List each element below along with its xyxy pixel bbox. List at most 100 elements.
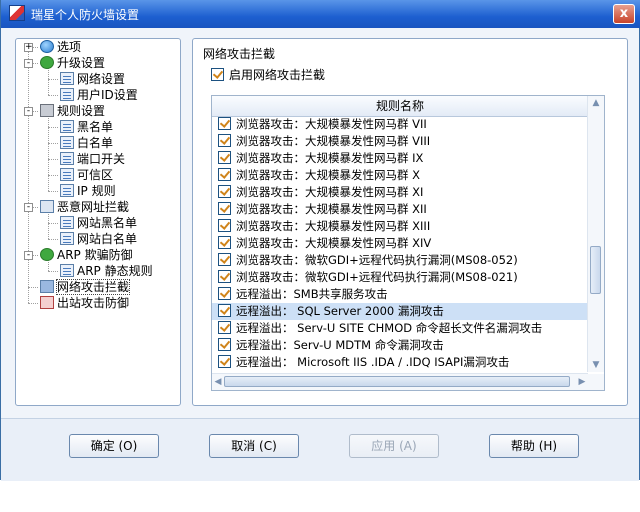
- tree-item[interactable]: 网站黑名单: [60, 215, 137, 231]
- rule-checkbox[interactable]: [218, 219, 231, 232]
- rule-name: 浏览器攻击：微软GDI+远程代码执行漏洞(MS08-021): [236, 270, 518, 284]
- tree-item[interactable]: 出站攻击防御: [40, 295, 129, 311]
- tree-item[interactable]: 网站白名单: [60, 231, 137, 247]
- rule-name-column-header[interactable]: 规则名称: [212, 96, 588, 117]
- enable-attack-block-row[interactable]: 启用网络攻击拦截: [211, 67, 325, 83]
- settings-window: 瑞星个人防火墙设置 x 选项 + 升级设置 - 网络设置 用户ID设置 规则设置 - 黑名单 白名…: [0, 0, 640, 481]
- arp-icon: [40, 248, 54, 261]
- tree-item-label: ARP 欺骗防御: [57, 248, 133, 262]
- tree-item-label: 白名单: [77, 136, 114, 150]
- rule-row[interactable]: 浏览器攻击：大规模暴发性网马群 XIV: [212, 235, 588, 252]
- collapse-icon[interactable]: -: [24, 251, 33, 260]
- rule-checkbox[interactable]: [218, 304, 231, 317]
- tree-item[interactable]: 端口开关: [60, 151, 125, 167]
- tree-item-label: 规则设置: [57, 104, 106, 118]
- rule-checkbox[interactable]: [218, 321, 231, 334]
- rule-name: 远程溢出：SMB共享服务攻击: [236, 287, 388, 301]
- rule-row[interactable]: 远程溢出：Serv-U MDTM 命令漏洞攻击: [212, 337, 588, 354]
- collapse-icon[interactable]: -: [24, 59, 33, 68]
- network-attack-panel: 网络攻击拦截 启用网络攻击拦截 规则名称 浏览器攻击：大规模暴发性网马群 VII…: [192, 38, 628, 406]
- rule-checkbox[interactable]: [218, 185, 231, 198]
- rule-name: 浏览器攻击：大规模暴发性网马群 XIV: [236, 236, 432, 250]
- tree-connector-line: [48, 143, 58, 144]
- enable-attack-block-checkbox[interactable]: [211, 68, 224, 81]
- tree-connector-line: [48, 127, 58, 128]
- rule-name: 浏览器攻击：大规模暴发性网马群 VII: [236, 117, 427, 131]
- tree-item[interactable]: 可信区: [60, 167, 113, 183]
- rule-checkbox[interactable]: [218, 117, 231, 130]
- tree-item-label: ARP 静态规则: [77, 264, 153, 278]
- tree-item[interactable]: 网络攻击拦截: [40, 279, 131, 295]
- tree-item[interactable]: 规则设置: [40, 103, 105, 119]
- rule-checkbox[interactable]: [218, 202, 231, 215]
- cancel-button[interactable]: 取消 (C): [209, 434, 299, 458]
- tree-item-label: 升级设置: [57, 56, 106, 70]
- rule-checkbox[interactable]: [218, 287, 231, 300]
- tree-item[interactable]: 恶意网址拦截: [40, 199, 129, 215]
- rule-checkbox[interactable]: [218, 253, 231, 266]
- rule-row[interactable]: 浏览器攻击：大规模暴发性网马群 VII: [212, 116, 588, 133]
- rule-checkbox[interactable]: [218, 168, 231, 181]
- gear-icon: [40, 104, 54, 117]
- rule-checkbox[interactable]: [218, 134, 231, 147]
- document-icon: [60, 120, 74, 133]
- tree-item[interactable]: 升级设置: [40, 55, 105, 71]
- rule-row[interactable]: 浏览器攻击：大规模暴发性网马群 IX: [212, 150, 588, 167]
- apply-button[interactable]: 应用 (A): [349, 434, 439, 458]
- tree-item[interactable]: ARP 欺骗防御: [40, 247, 133, 263]
- rule-name: 远程溢出： Microsoft IIS .IDA / .IDQ ISAPI漏洞攻…: [236, 355, 510, 369]
- rule-row[interactable]: 浏览器攻击：大规模暴发性网马群 XI: [212, 184, 588, 201]
- scroll-right-arrow-icon[interactable]: ▶: [577, 377, 587, 387]
- document-icon: [60, 184, 74, 197]
- close-button[interactable]: x: [613, 4, 635, 24]
- tree-item[interactable]: ARP 静态规则: [60, 263, 153, 279]
- scroll-left-arrow-icon[interactable]: ◀: [213, 377, 223, 387]
- vertical-scroll-thumb[interactable]: [590, 246, 601, 294]
- rule-row[interactable]: 浏览器攻击：大规模暴发性网马群 XII: [212, 201, 588, 218]
- title-bar: 瑞星个人防火墙设置 x: [1, 0, 640, 28]
- rule-row[interactable]: 远程溢出： SQL Server 2000 漏洞攻击: [212, 303, 588, 320]
- rule-row[interactable]: 浏览器攻击：大规模暴发性网马群 XIII: [212, 218, 588, 235]
- scroll-down-arrow-icon[interactable]: ▼: [591, 360, 601, 370]
- document-icon: [60, 88, 74, 101]
- resize-grip-icon: [588, 374, 604, 390]
- tree-item[interactable]: IP 规则: [60, 183, 116, 199]
- rule-checkbox[interactable]: [218, 355, 231, 368]
- rule-row[interactable]: 浏览器攻击：微软GDI+远程代码执行漏洞(MS08-021): [212, 269, 588, 286]
- rule-row[interactable]: 远程溢出： Microsoft IIS .IDA / .IDQ ISAPI漏洞攻…: [212, 354, 588, 371]
- tree-item[interactable]: 黑名单: [60, 119, 113, 135]
- collapse-icon[interactable]: -: [24, 203, 33, 212]
- tree-item-label: 可信区: [77, 168, 114, 182]
- tree-connector-line: [28, 303, 38, 304]
- collapse-icon[interactable]: -: [24, 107, 33, 116]
- rule-checkbox[interactable]: [218, 151, 231, 164]
- tree-guide-line: [48, 111, 49, 191]
- tree-item[interactable]: 选项: [40, 39, 81, 55]
- horizontal-scroll-thumb[interactable]: [224, 376, 570, 387]
- document-icon: [60, 136, 74, 149]
- rule-list[interactable]: 规则名称 浏览器攻击：大规模暴发性网马群 VII 浏览器攻击：大规模暴发性网马群 …: [211, 95, 605, 391]
- rule-row[interactable]: 浏览器攻击：大规模暴发性网马群 VIII: [212, 133, 588, 150]
- scroll-up-arrow-icon[interactable]: ▲: [591, 98, 601, 108]
- tree-item-label: 选项: [57, 40, 82, 54]
- rule-row[interactable]: 浏览器攻击：大规模暴发性网马群 X: [212, 167, 588, 184]
- rule-row[interactable]: 远程溢出： Serv-U SITE CHMOD 命令超长文件名漏洞攻击: [212, 320, 588, 337]
- rule-checkbox[interactable]: [218, 338, 231, 351]
- rule-checkbox[interactable]: [218, 270, 231, 283]
- globe-icon: [40, 40, 54, 53]
- tree-item[interactable]: 网络设置: [60, 71, 125, 87]
- rule-row[interactable]: 浏览器攻击：微软GDI+远程代码执行漏洞(MS08-052): [212, 252, 588, 269]
- rule-checkbox[interactable]: [218, 236, 231, 249]
- tree-connector-line: [48, 191, 58, 192]
- horizontal-scrollbar[interactable]: ◀ ▶: [212, 373, 588, 390]
- tree-item[interactable]: 白名单: [60, 135, 113, 151]
- help-button[interactable]: 帮助 (H): [489, 434, 579, 458]
- enable-attack-block-label: 启用网络攻击拦截: [229, 68, 326, 82]
- tree-item[interactable]: 用户ID设置: [60, 87, 138, 103]
- document-icon: [60, 152, 74, 165]
- rule-name: 浏览器攻击：大规模暴发性网马群 XIII: [236, 219, 431, 233]
- ok-button[interactable]: 确定 (O): [69, 434, 159, 458]
- vertical-scrollbar[interactable]: ▲ ▼: [587, 96, 604, 372]
- rule-row[interactable]: 远程溢出：SMB共享服务攻击: [212, 286, 588, 303]
- expand-icon[interactable]: +: [24, 43, 33, 52]
